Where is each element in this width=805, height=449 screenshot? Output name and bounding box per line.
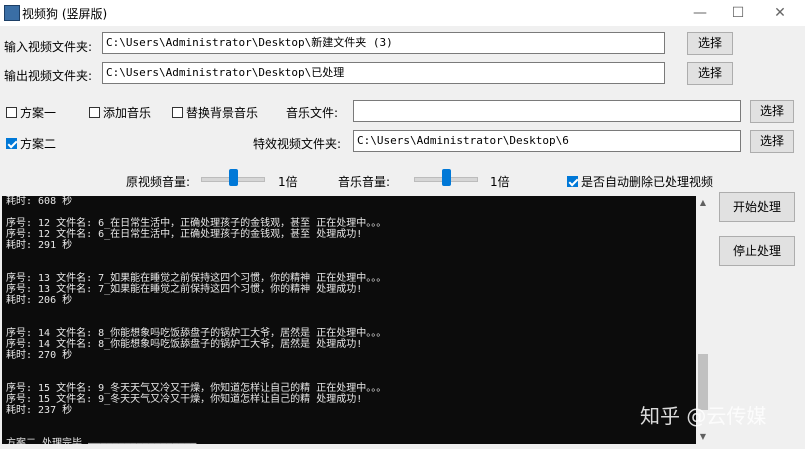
output-folder-label: 输出视频文件夹: bbox=[4, 69, 93, 83]
log-line: 序号: 13 文件名: 7_如果能在睡觉之前保持这四个习惯，你的精神 处理成功! bbox=[6, 284, 363, 295]
replace-bg-music-checkbox-box[interactable] bbox=[172, 107, 183, 118]
maximize-button[interactable]: ☐ bbox=[718, 2, 758, 24]
log-line: 耗时: 237 秒 bbox=[6, 405, 73, 416]
log-line: 耗时: 206 秒 bbox=[6, 295, 73, 306]
plan1-checkbox[interactable]: 方案一 bbox=[6, 104, 56, 121]
add-music-checkbox-box[interactable] bbox=[89, 107, 100, 118]
log-line: 耗时: 270 秒 bbox=[6, 350, 73, 361]
replace-bg-music-checkbox-label: 替换背景音乐 bbox=[186, 106, 259, 120]
original-volume-value: 1倍 bbox=[278, 175, 298, 189]
log-line: 耗时: 608 秒 bbox=[6, 196, 73, 207]
music-volume-label: 音乐音量: bbox=[338, 175, 391, 189]
input-folder-field[interactable]: C:\Users\Administrator\Desktop\新建文件夹 (3) bbox=[102, 32, 665, 54]
log-line: 序号: 13 文件名: 7_如果能在睡觉之前保持这四个习惯，你的精神 正在处理中… bbox=[6, 273, 387, 284]
log-line: 序号: 15 文件名: 9_冬天天气又冷又干燥，你知道怎样让自己的精 处理成功! bbox=[6, 394, 363, 405]
plan2-checkbox[interactable]: 方案二 bbox=[6, 135, 56, 152]
window-title: 视频狗 (竖屏版) bbox=[22, 7, 108, 21]
plan2-checkbox-label: 方案二 bbox=[20, 137, 57, 151]
input-folder-label: 输入视频文件夹: bbox=[4, 40, 93, 54]
original-volume-slider[interactable] bbox=[201, 168, 265, 188]
scroll-up-icon[interactable]: ▲ bbox=[696, 196, 710, 210]
auto-delete-checkbox-box[interactable] bbox=[567, 176, 578, 187]
music-volume-value: 1倍 bbox=[490, 175, 510, 189]
add-music-checkbox[interactable]: 添加音乐 bbox=[89, 104, 151, 121]
log-line: 序号: 14 文件名: 8_你能想象吗吃饭舔盘子的锅炉工大爷，居然是 处理成功! bbox=[6, 339, 363, 350]
stop-processing-button[interactable]: 停止处理 bbox=[719, 236, 795, 266]
log-line: 序号: 12 文件名: 6_在日常生活中，正确处理孩子的金钱观，甚至 处理成功! bbox=[6, 229, 363, 240]
log-line: 序号: 12 文件名: 6_在日常生活中，正确处理孩子的金钱观，甚至 正在处理中… bbox=[6, 218, 387, 229]
plan1-checkbox-box[interactable] bbox=[6, 107, 17, 118]
original-volume-thumb[interactable] bbox=[229, 169, 238, 186]
replace-bg-music-checkbox[interactable]: 替换背景音乐 bbox=[172, 104, 258, 121]
scroll-down-icon[interactable]: ▼ bbox=[696, 430, 710, 444]
close-button[interactable]: ✕ bbox=[760, 2, 800, 24]
effect-folder-label: 特效视频文件夹: bbox=[253, 137, 342, 151]
effect-folder-select-button[interactable]: 选择 bbox=[750, 130, 794, 153]
output-folder-select-button[interactable]: 选择 bbox=[687, 62, 733, 85]
start-processing-button[interactable]: 开始处理 bbox=[719, 192, 795, 222]
log-line: 序号: 14 文件名: 8_你能想象吗吃饭舔盘子的锅炉工大爷，居然是 正在处理中… bbox=[6, 328, 387, 339]
music-volume-thumb[interactable] bbox=[442, 169, 451, 186]
music-file-select-button[interactable]: 选择 bbox=[750, 100, 794, 123]
music-volume-slider[interactable] bbox=[414, 168, 478, 188]
music-file-field[interactable] bbox=[353, 100, 741, 122]
music-file-label: 音乐文件: bbox=[286, 106, 339, 120]
minimize-button[interactable]: — bbox=[680, 2, 720, 24]
original-volume-label: 原视频音量: bbox=[126, 175, 191, 189]
watermark: 知乎 @云传媒 bbox=[640, 404, 767, 428]
app-icon bbox=[4, 5, 20, 21]
log-line: 方案二 处理完毕 —————————————————— bbox=[6, 438, 197, 444]
log-line: 耗时: 291 秒 bbox=[6, 240, 73, 251]
log-line: 序号: 15 文件名: 9_冬天天气又冷又干燥，你知道怎样让自己的精 正在处理中… bbox=[6, 383, 387, 394]
log-console[interactable]: 耗时: 608 秒序号: 12 文件名: 6_在日常生活中，正确处理孩子的金钱观… bbox=[2, 196, 710, 444]
effect-folder-field[interactable]: C:\Users\Administrator\Desktop\6 bbox=[353, 130, 741, 152]
auto-delete-checkbox-label: 是否自动删除已处理视频 bbox=[581, 175, 714, 189]
title-bar: 视频狗 (竖屏版) — ☐ ✕ bbox=[0, 0, 805, 26]
add-music-checkbox-label: 添加音乐 bbox=[103, 106, 152, 120]
plan1-checkbox-label: 方案一 bbox=[20, 106, 57, 120]
plan2-checkbox-box[interactable] bbox=[6, 138, 17, 149]
auto-delete-checkbox[interactable]: 是否自动删除已处理视频 bbox=[567, 173, 713, 190]
output-folder-field[interactable]: C:\Users\Administrator\Desktop\已处理 bbox=[102, 62, 665, 84]
input-folder-select-button[interactable]: 选择 bbox=[687, 32, 733, 55]
